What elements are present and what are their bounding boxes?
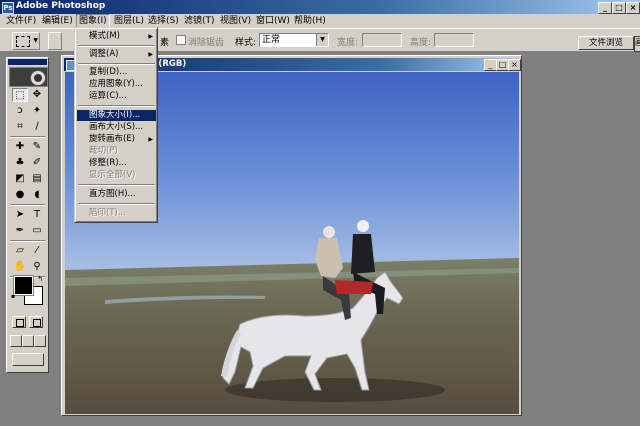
toolbox: ⬚ ✥ ↄ ✦ ⌗ ∕ ✚ ✎ ♣ ✐ ◩ ▤ ● ◖ ➤ T ✒ ▭ ▱ ⁄ …: [6, 57, 49, 373]
brushes-tab[interactable]: 画: [634, 36, 640, 52]
menu-item-reveal-all: 显示全部(V): [89, 170, 136, 180]
menu-edit[interactable]: 编辑(E): [40, 15, 75, 27]
default-colors-icon[interactable]: ▪: [10, 294, 16, 300]
standard-mode-icon: [16, 319, 24, 327]
menu-item-image-size[interactable]: 图象大小(I)...: [77, 110, 156, 121]
submenu-arrow-icon: ▶: [148, 33, 153, 40]
menu-item-canvas-size[interactable]: 画布大小(S)...: [77, 122, 156, 133]
photoshop-app-icon: Ps: [2, 2, 14, 14]
full-screen-mode-button[interactable]: [34, 335, 46, 347]
menu-image[interactable]: 图象(I): [76, 14, 110, 28]
menu-layer[interactable]: 图层(L): [112, 15, 146, 27]
marquee-tool-preset-picker[interactable]: ▼: [12, 32, 40, 50]
menu-item-adjust[interactable]: 调整(A) ▶: [77, 49, 156, 60]
style-select[interactable]: 正常 ▼: [259, 33, 329, 47]
menu-view[interactable]: 视图(V): [218, 15, 253, 27]
menu-separator: [78, 203, 155, 205]
healing-brush-tool-icon[interactable]: ✚: [12, 140, 28, 154]
menu-window[interactable]: 窗口(W): [254, 15, 292, 27]
path-selection-tool-icon[interactable]: ➤: [12, 208, 28, 222]
file-browser-tab[interactable]: 文件浏览: [578, 36, 634, 50]
toolbox-divider: [10, 204, 45, 206]
menu-separator: [78, 105, 155, 107]
menu-bar: 文件(F) 编辑(E) 图象(I) 图层(L) 选择(S) 滤镜(T) 视图(V…: [0, 14, 640, 28]
app-title: Adobe Photoshop: [16, 1, 106, 11]
rectangle-shape-tool-icon[interactable]: ▭: [29, 224, 45, 238]
rect-marquee-tool-icon[interactable]: ⬚: [12, 88, 28, 102]
standard-mode-button[interactable]: [12, 316, 26, 328]
toolbox-divider: [10, 136, 45, 138]
menu-item-rotate-canvas[interactable]: 旋转画布(E) ▶: [77, 134, 156, 145]
marquee-icon: [16, 36, 30, 47]
menu-item-mode[interactable]: 模式(M) ▶: [77, 31, 156, 42]
menu-item-trap: 陷印(T)...: [89, 208, 126, 218]
toolbox-title-bar[interactable]: [8, 59, 47, 65]
menu-item-histogram[interactable]: 直方图(H)...: [77, 189, 156, 200]
notes-tool-icon[interactable]: ▱: [12, 244, 28, 258]
height-input[interactable]: [434, 33, 474, 47]
minimize-button[interactable]: _: [598, 2, 612, 14]
photoshop-eye-logo[interactable]: [9, 67, 48, 87]
menu-help[interactable]: 帮助(H): [292, 15, 328, 27]
height-label: 高度:: [410, 38, 432, 48]
hand-tool-icon[interactable]: ✋: [12, 260, 28, 274]
slice-tool-icon[interactable]: ∕: [29, 120, 45, 134]
style-value: 正常: [262, 35, 281, 45]
submenu-arrow-icon: ▶: [148, 51, 153, 58]
width-label: 宽度:: [337, 38, 359, 48]
pen-tool-icon[interactable]: ✒: [12, 224, 28, 238]
width-input[interactable]: [362, 33, 402, 47]
full-screen-menu-mode-button[interactable]: [22, 335, 34, 347]
menu-separator: [78, 184, 155, 186]
maximize-button[interactable]: □: [612, 2, 626, 14]
eraser-tool-icon[interactable]: ◩: [12, 172, 28, 186]
menu-item-duplicate[interactable]: 复制(D)...: [77, 67, 156, 78]
brush-tool-icon[interactable]: ✎: [29, 140, 45, 154]
chevron-down-icon: ▼: [33, 37, 38, 44]
menu-item-crop: 裁切(P): [89, 146, 118, 156]
menu-separator: [78, 63, 155, 65]
lasso-tool-icon[interactable]: ↄ: [12, 104, 28, 118]
clone-stamp-tool-icon[interactable]: ♣: [12, 156, 28, 170]
crop-tool-icon[interactable]: ⌗: [12, 120, 28, 134]
antialias-checkbox[interactable]: [176, 35, 186, 45]
move-tool-icon[interactable]: ✥: [29, 88, 45, 102]
quick-mask-icon: [33, 319, 41, 327]
blur-tool-icon[interactable]: ●: [12, 188, 28, 202]
app-title-bar: Ps Adobe Photoshop _ □ ×: [0, 0, 640, 14]
dodge-tool-icon[interactable]: ◖: [29, 188, 45, 202]
doc-close-button[interactable]: ×: [508, 59, 521, 71]
menu-item-trim[interactable]: 修整(R)...: [77, 158, 156, 169]
selection-mode-new-button[interactable]: [48, 32, 62, 50]
type-tool-icon[interactable]: T: [29, 208, 45, 222]
standard-screen-mode-button[interactable]: [10, 335, 22, 347]
menu-item-apply-image[interactable]: 应用图象(Y)...: [77, 79, 156, 90]
magic-wand-tool-icon[interactable]: ✦: [29, 104, 45, 118]
swap-colors-icon[interactable]: ↰: [35, 272, 45, 286]
menu-filter[interactable]: 滤镜(T): [182, 15, 217, 27]
menu-select[interactable]: 选择(S): [146, 15, 181, 27]
style-label: 样式:: [235, 38, 257, 48]
image-menu-dropdown: 模式(M) ▶ 调整(A) ▶ 复制(D)... 应用图象(Y)... 运算(C).…: [74, 27, 158, 223]
menu-file[interactable]: 文件(F): [4, 15, 38, 27]
foreground-color-swatch[interactable]: [13, 275, 34, 296]
options-partial-label: 素: [160, 38, 170, 48]
gradient-tool-icon[interactable]: ▤: [29, 172, 45, 186]
close-button[interactable]: ×: [626, 2, 640, 14]
antialias-label: 消除锯齿: [188, 38, 225, 48]
quick-mask-mode-button[interactable]: [29, 316, 43, 328]
menu-item-calculations[interactable]: 运算(C)...: [77, 91, 156, 102]
eyedropper-tool-icon[interactable]: ⁄: [29, 244, 45, 258]
history-brush-tool-icon[interactable]: ✐: [29, 156, 45, 170]
eye-icon: [30, 70, 46, 86]
menu-separator: [78, 45, 155, 47]
jump-to-imageready-button[interactable]: [12, 353, 44, 366]
submenu-arrow-icon: ▶: [148, 136, 153, 143]
toolbox-divider: [10, 240, 45, 242]
chevron-down-icon: ▼: [316, 34, 328, 46]
